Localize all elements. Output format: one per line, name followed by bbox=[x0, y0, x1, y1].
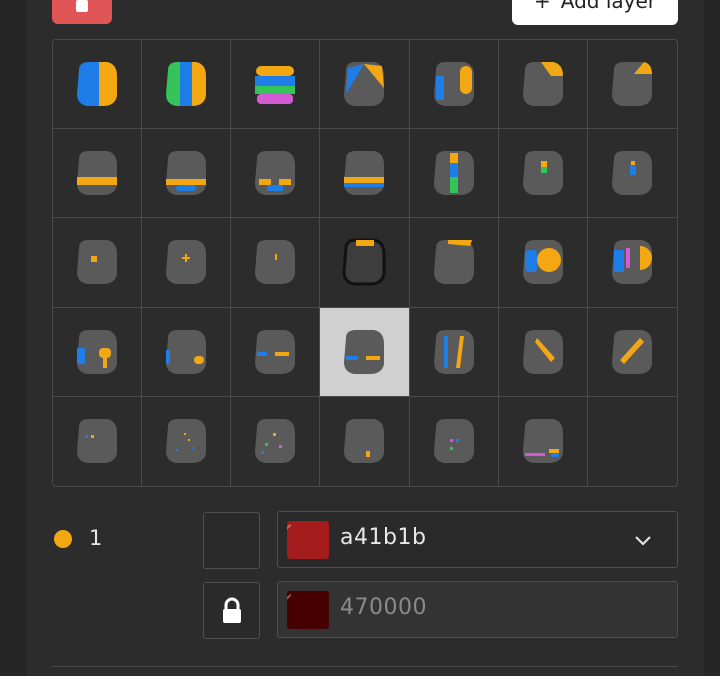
mask-thumbnail[interactable] bbox=[320, 218, 410, 308]
mask-shape bbox=[77, 419, 118, 464]
mask-thumbnail[interactable] bbox=[231, 307, 321, 397]
primary-color-select[interactable]: a41b1b bbox=[277, 511, 678, 568]
mask-thumbnail[interactable] bbox=[231, 129, 321, 219]
mask-shape bbox=[342, 238, 386, 286]
mask-thumbnail[interactable] bbox=[231, 396, 321, 486]
lock-button[interactable] bbox=[203, 582, 260, 639]
mask-thumbnail[interactable] bbox=[231, 218, 321, 308]
mask-thumbnail[interactable] bbox=[320, 307, 410, 397]
mask-thumbnail[interactable] bbox=[142, 40, 232, 130]
mask-shape bbox=[166, 151, 207, 196]
mask-shape bbox=[166, 240, 207, 285]
mask-thumbnail[interactable] bbox=[320, 129, 410, 219]
primary-color-hex: a41b1b bbox=[340, 525, 427, 550]
layer-preview-box[interactable] bbox=[203, 512, 260, 569]
mask-shape bbox=[433, 419, 474, 464]
mask-shape bbox=[433, 240, 474, 285]
mask-shape bbox=[255, 240, 296, 285]
mask-thumbnail[interactable] bbox=[142, 218, 232, 308]
mask-thumbnail[interactable] bbox=[587, 308, 677, 397]
delete-layer-button[interactable] bbox=[52, 0, 112, 24]
mask-shape bbox=[612, 151, 653, 196]
mask-shape bbox=[255, 151, 296, 196]
plus-icon: + bbox=[534, 0, 551, 13]
empty-cell bbox=[588, 397, 677, 486]
mask-shape bbox=[433, 329, 474, 374]
secondary-color-swatch bbox=[287, 591, 329, 629]
mask-thumbnail[interactable] bbox=[53, 307, 143, 397]
mask-thumbnail[interactable] bbox=[498, 218, 588, 308]
mask-grid bbox=[52, 39, 678, 487]
mask-shape bbox=[344, 419, 385, 464]
mask-shape bbox=[77, 240, 118, 285]
mask-thumbnail[interactable] bbox=[53, 218, 143, 308]
mask-shape bbox=[344, 151, 385, 196]
add-layer-label: Add layer bbox=[560, 0, 657, 13]
mask-thumbnail[interactable] bbox=[587, 129, 677, 219]
mask-shape bbox=[255, 419, 296, 464]
mask-thumbnail[interactable] bbox=[498, 40, 588, 130]
mask-shape bbox=[77, 329, 118, 374]
mask-thumbnail[interactable] bbox=[53, 396, 143, 486]
mask-thumbnail[interactable] bbox=[587, 40, 677, 130]
mask-thumbnail[interactable] bbox=[142, 129, 232, 219]
layer-color-dot bbox=[54, 530, 72, 548]
mask-shape bbox=[612, 329, 653, 374]
mask-thumbnail[interactable] bbox=[53, 40, 143, 130]
mask-shape bbox=[433, 151, 474, 196]
mask-shape bbox=[522, 151, 563, 196]
mask-thumbnail[interactable] bbox=[498, 129, 588, 219]
mask-shape bbox=[433, 62, 474, 107]
mask-thumbnail[interactable] bbox=[320, 396, 410, 486]
mask-shape bbox=[255, 66, 296, 105]
mask-thumbnail[interactable] bbox=[320, 40, 410, 130]
mask-shape bbox=[344, 62, 385, 107]
lock-icon bbox=[222, 597, 241, 623]
mask-shape bbox=[612, 240, 653, 285]
add-layer-button[interactable]: + Add layer bbox=[512, 0, 678, 25]
primary-color-swatch bbox=[287, 521, 329, 559]
mask-shape bbox=[522, 419, 563, 464]
secondary-color-hex: 470000 bbox=[340, 595, 427, 620]
chevron-down-icon bbox=[635, 536, 651, 546]
mask-thumbnail[interactable] bbox=[53, 129, 143, 219]
mask-thumbnail[interactable] bbox=[498, 307, 588, 397]
mask-shape bbox=[255, 329, 296, 374]
mask-shape bbox=[166, 419, 207, 464]
mask-thumbnail[interactable] bbox=[410, 396, 499, 486]
mask-shape bbox=[522, 329, 563, 374]
mask-shape bbox=[522, 62, 563, 107]
divider bbox=[52, 666, 678, 667]
mask-shape bbox=[522, 240, 563, 285]
mask-thumbnail[interactable] bbox=[409, 307, 499, 397]
mask-thumbnail[interactable] bbox=[409, 40, 499, 130]
mask-thumbnail[interactable] bbox=[409, 218, 499, 308]
mask-thumbnail[interactable] bbox=[142, 396, 232, 486]
mask-thumbnail[interactable] bbox=[499, 396, 588, 486]
mask-shape bbox=[77, 62, 118, 107]
mask-shape bbox=[344, 329, 385, 374]
mask-thumbnail[interactable] bbox=[231, 40, 321, 130]
mask-thumbnail[interactable] bbox=[409, 129, 499, 219]
mask-thumbnail[interactable] bbox=[142, 307, 232, 397]
mask-shape bbox=[612, 62, 653, 107]
mask-shape bbox=[166, 62, 207, 107]
mask-shape bbox=[77, 151, 118, 196]
trash-icon bbox=[76, 0, 88, 12]
secondary-color-field[interactable]: 470000 bbox=[277, 581, 678, 638]
mask-thumbnail[interactable] bbox=[587, 218, 677, 308]
mask-shape bbox=[166, 329, 207, 374]
layer-number: 1 bbox=[89, 526, 103, 550]
